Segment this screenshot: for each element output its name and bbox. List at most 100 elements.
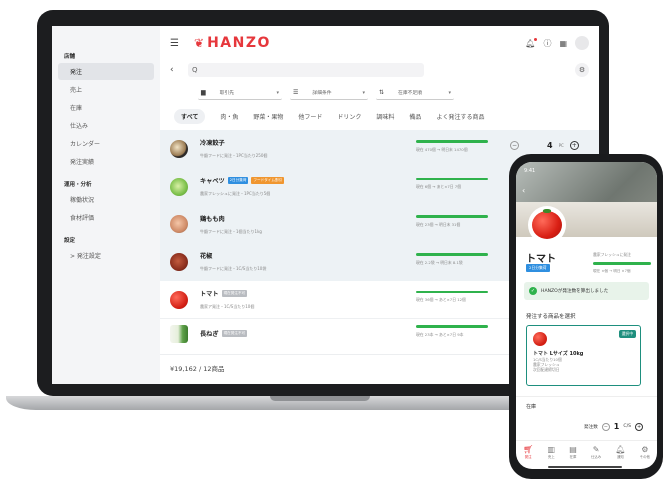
tomato-image bbox=[533, 332, 547, 346]
sidebar-section-settings: 設定 > 発注設定 bbox=[52, 234, 160, 264]
tab-all[interactable]: すべて bbox=[174, 108, 206, 124]
sidebar-heading-settings: 設定 bbox=[64, 238, 76, 244]
product-name-text: トマト bbox=[200, 291, 219, 299]
product-name: 冷凍餃子 bbox=[200, 138, 400, 147]
chevron-down-icon: ▾ bbox=[448, 89, 451, 96]
sidebar-item-order-history[interactable]: 発注実績 bbox=[58, 153, 154, 170]
notification-bell-icon[interactable]: 🔔︎ bbox=[525, 37, 538, 48]
sidebar-item-order[interactable]: 発注 bbox=[58, 63, 154, 80]
tab-seasoning[interactable]: 調味料 bbox=[376, 112, 394, 121]
sort-icon: ⇅ bbox=[379, 89, 385, 96]
laptop-notch bbox=[270, 396, 370, 401]
stock-text: 現在 2.2袋 → 明日末 8.1袋 bbox=[416, 259, 463, 265]
plus-button[interactable]: + bbox=[569, 141, 579, 150]
minus-button[interactable]: − bbox=[510, 141, 519, 150]
supplier-filter[interactable]: ▆ 取引先 ▾ bbox=[198, 86, 282, 100]
back-arrow-icon[interactable]: ‹ bbox=[170, 65, 188, 75]
option-details: 1C/S当たり10個 農家フレッシュ 次回配達締切日 bbox=[533, 357, 633, 373]
product-name-text: 花椒 bbox=[200, 253, 213, 261]
supplier-label: 農家フレッシュに発注 bbox=[593, 252, 631, 257]
sort-select[interactable]: ⇅ 在庫不足順 ▾ bbox=[376, 86, 454, 100]
pencil-icon: ✎ bbox=[592, 444, 600, 454]
quantity-unit: PC bbox=[558, 143, 564, 148]
chevron-down-icon: ▾ bbox=[276, 89, 279, 96]
unavailable-badge: 現在発注不可 bbox=[221, 330, 248, 338]
product-info: 長ねぎ 現在発注不可 bbox=[200, 329, 400, 338]
stock-indicator: 現在 36個 → あと×7日 12個 bbox=[416, 290, 496, 304]
chevron-down-icon: ▾ bbox=[362, 89, 365, 96]
nav-notifications[interactable]: 🔔︎ 通知 bbox=[615, 445, 625, 459]
nav-sales[interactable]: ▥ 売上 bbox=[547, 445, 555, 459]
filter-row: ▆ 取引先 ▾ ☰ 詳細条件 ▾ ⇅ 在庫不足順 ▾ bbox=[160, 80, 599, 102]
stock-indicator: 現在 23本 → あと×7日 9本 bbox=[416, 325, 496, 338]
nav-inventory[interactable]: ▤ 在庫 bbox=[569, 445, 577, 459]
sidebar-item-calendar[interactable]: カレンダー bbox=[58, 135, 154, 152]
search-icon: Q bbox=[192, 66, 198, 74]
sidebar-item-sales[interactable]: 売上 bbox=[58, 81, 154, 98]
option-name: トマト Lサイズ 10kg bbox=[533, 351, 584, 357]
category-tabs: すべて 肉・魚 野菜・果物 他フード ドリンク 調味料 備品 よく発注する商品 bbox=[160, 102, 599, 124]
nav-label: 通知 bbox=[617, 454, 624, 459]
stock-text: 現在 23個 → 明日末 31個 bbox=[416, 221, 461, 227]
product-desc: 牛鍛フードに発注・1C/S当たり10袋 bbox=[200, 266, 267, 272]
notice-text: HANZOが発注数を算出しました bbox=[541, 289, 609, 294]
search-input[interactable]: Q bbox=[188, 63, 424, 77]
tab-drinks[interactable]: ドリンク bbox=[337, 112, 361, 121]
stock-text: 現在 ×個 → 明日 ×7個 bbox=[593, 268, 631, 273]
select-product-heading: 発注する商品を選択 bbox=[526, 314, 576, 320]
nav-label: 売上 bbox=[547, 454, 555, 459]
stock-indicator: 現在 23個 → 明日末 31個 bbox=[416, 215, 496, 228]
stock-bar bbox=[416, 325, 488, 328]
tab-meat-fish[interactable]: 肉・魚 bbox=[220, 112, 238, 121]
logo[interactable]: ❦ HANZO bbox=[194, 35, 271, 51]
plus-button[interactable]: + bbox=[635, 422, 644, 431]
sidebar-item-ingredient-rating[interactable]: 食材評価 bbox=[58, 209, 154, 226]
product-thumbnail bbox=[170, 324, 188, 343]
bell-icon: 🔔︎ bbox=[615, 444, 626, 454]
phone-stock-indicator: 農家フレッシュに発注 現在 ×個 → 明日 ×7個 bbox=[593, 252, 651, 274]
sidebar-item-operation-status[interactable]: 稼働状況 bbox=[58, 191, 154, 208]
sidebar-heading-analysis: 運用・分析 bbox=[64, 182, 92, 188]
check-circle-icon: ✓ bbox=[529, 287, 537, 295]
gear-icon: ⚙ bbox=[641, 444, 649, 454]
selected-badge: 選択中 bbox=[618, 330, 636, 338]
sidebar-section-analysis: 運用・分析 稼働状況 食材評価 bbox=[52, 178, 160, 226]
hanzo-logo-icon: ❦ bbox=[194, 36, 205, 50]
stock-bar bbox=[416, 177, 488, 181]
tab-supplies[interactable]: 備品 bbox=[409, 112, 421, 121]
tab-frequent[interactable]: よく発注する商品 bbox=[436, 112, 484, 121]
product-option-card[interactable]: 選択中 トマト Lサイズ 10kg 1C/S当たり10個 農家フレッシュ 次回配… bbox=[526, 325, 641, 386]
detail-filter[interactable]: ☰ 詳細条件 ▾ bbox=[290, 86, 368, 100]
product-desc: 農家フレッシュに発注・1PC当たり5個 bbox=[200, 191, 271, 197]
settings-gear-icon[interactable]: ⚙ bbox=[575, 63, 589, 77]
stock-indicator: 現在 6個 → あと×7日 7個 bbox=[416, 177, 496, 191]
nav-label: 発注 bbox=[524, 454, 532, 459]
tab-vegetables-fruit[interactable]: 野菜・果物 bbox=[253, 112, 283, 121]
nav-order[interactable]: 🛒︎ 発注 bbox=[523, 445, 533, 459]
unavailable-badge: 現在発注不可 bbox=[221, 290, 248, 298]
avatar[interactable] bbox=[575, 36, 589, 50]
top-actions: 🔔︎ ⓘ ▦ bbox=[525, 36, 589, 50]
help-icon[interactable]: ⓘ bbox=[543, 38, 551, 49]
brand-name: HANZO bbox=[207, 35, 271, 51]
minus-button[interactable]: − bbox=[601, 422, 610, 431]
search-row: ‹ Q ⚙ bbox=[160, 60, 599, 80]
tab-other-food[interactable]: 他フード bbox=[298, 112, 322, 121]
delivery-badge: 2日分集荷 bbox=[227, 177, 249, 185]
calculated-notice: ✓ HANZOが発注数を算出しました bbox=[524, 282, 649, 300]
apps-grid-icon[interactable]: ▦ bbox=[559, 39, 567, 48]
product-name-text: 冷凍餃子 bbox=[200, 140, 225, 148]
sidebar-item-prep[interactable]: 仕込み bbox=[58, 117, 154, 134]
back-arrow-icon[interactable]: ‹ bbox=[522, 186, 525, 195]
phone-product-name: トマト bbox=[526, 254, 556, 265]
sidebar-item-order-settings[interactable]: > 発注設定 bbox=[58, 247, 154, 264]
menu-icon[interactable]: ☰ bbox=[170, 38, 188, 49]
stock-bar bbox=[416, 290, 488, 294]
stock-bar bbox=[416, 140, 488, 143]
nav-more[interactable]: ⚙ その他 bbox=[640, 445, 650, 459]
nav-prep[interactable]: ✎ 仕込み bbox=[591, 445, 601, 459]
delivery-badge: 2日分集荷 bbox=[526, 264, 550, 272]
quantity-unit: C/S bbox=[623, 424, 632, 429]
product-thumbnail bbox=[170, 290, 188, 309]
sidebar-item-inventory[interactable]: 在庫 bbox=[58, 99, 154, 116]
